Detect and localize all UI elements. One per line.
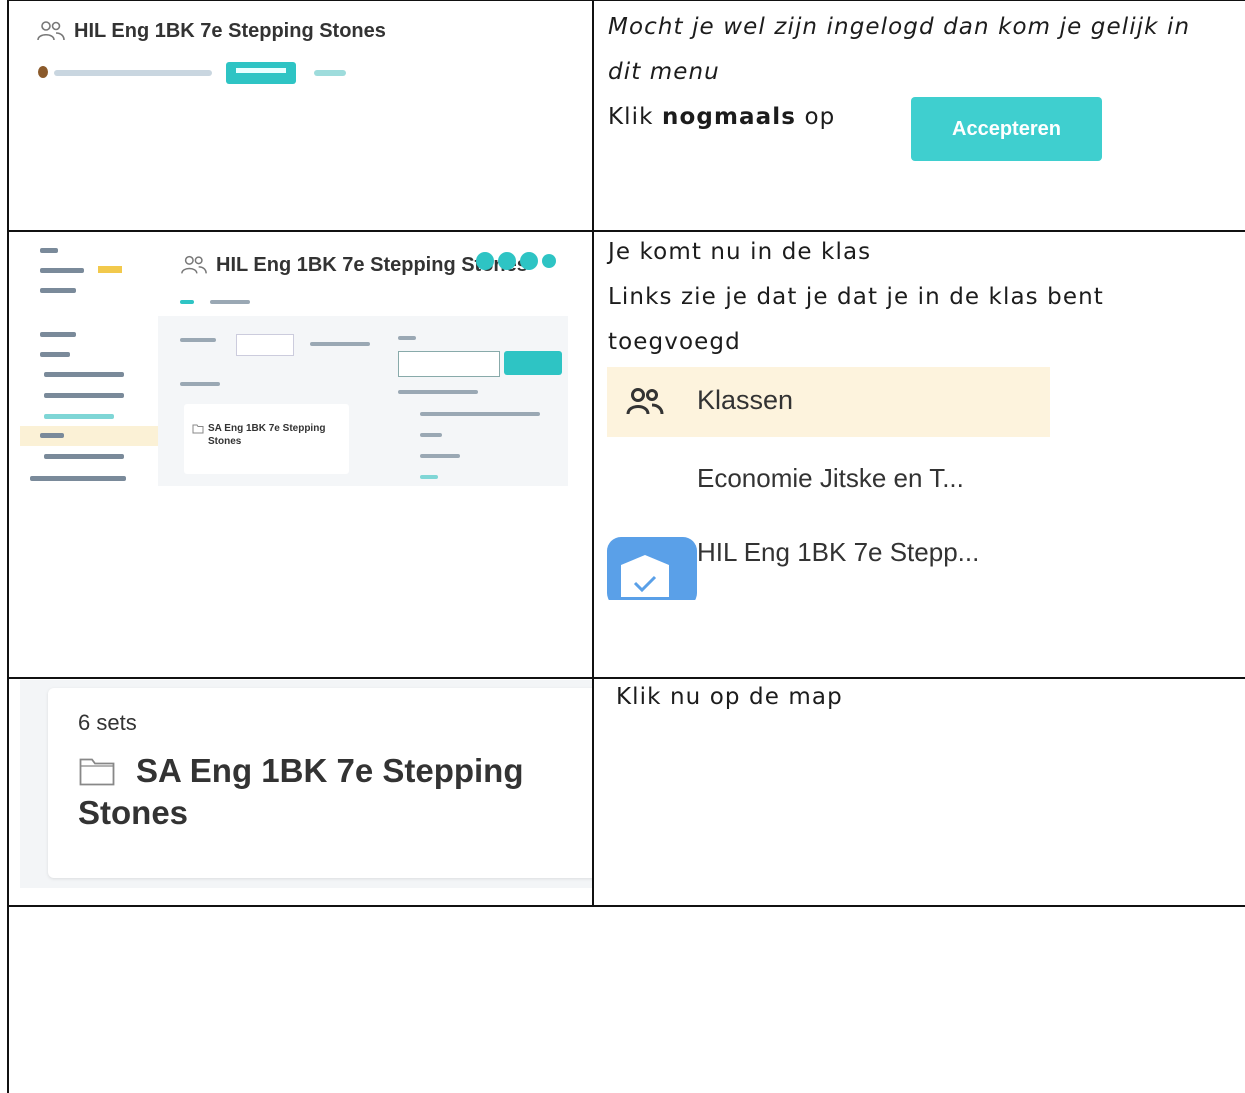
screenshot-class-page: HIL Eng 1BK 7e Stepping Stones SA Eng 1B… xyxy=(20,236,568,486)
group-icon xyxy=(37,21,65,41)
row2-line2: Links zie je dat je dat je in de klas be… xyxy=(608,284,1104,310)
sidebar-item xyxy=(40,332,76,337)
table-border-top xyxy=(7,0,1245,1)
folder-card-title: SA Eng 1BK 7e Stepping Stones xyxy=(208,423,326,447)
label xyxy=(180,338,216,342)
label xyxy=(310,342,370,346)
row3-line1: Klik nu op de map xyxy=(616,684,843,710)
avatar xyxy=(542,254,556,268)
sidebar-item xyxy=(40,352,70,357)
sidebar-item xyxy=(44,454,124,459)
sidebar-item-klassen[interactable]: Klassen xyxy=(607,367,1050,437)
sidebar-item xyxy=(40,288,76,293)
row2-instructions: Je komt nu in de klas Links zie je dat j… xyxy=(608,230,1238,365)
info-row xyxy=(420,475,438,479)
folder-icon xyxy=(192,424,204,434)
class-item-economie[interactable]: Economie Jitske en T... xyxy=(697,463,964,494)
row3-instructions: Klik nu op de map xyxy=(616,675,1236,720)
label xyxy=(398,336,416,340)
dropdown xyxy=(236,334,294,356)
screenshot-folder-card: 6 sets SA Eng 1BK 7e Stepping Stones xyxy=(20,680,592,888)
table-border-left xyxy=(7,0,9,1093)
class-item-hil[interactable]: HIL Eng 1BK 7e Stepp... xyxy=(697,537,979,568)
sidebar-badge xyxy=(98,266,122,273)
screenshot-accept-button xyxy=(226,62,296,84)
row2-line3: toegvoegd xyxy=(608,329,741,355)
screenshot-sidebar xyxy=(20,236,158,486)
folder-sets-count: 6 sets xyxy=(78,710,137,735)
screenshot-class-invite: HIL Eng 1BK 7e Stepping Stones xyxy=(22,10,482,102)
link-input xyxy=(398,351,500,377)
row1-line3-bold: nogmaals xyxy=(662,104,797,130)
sidebar-item xyxy=(44,393,124,398)
screenshot-class-title: HIL Eng 1BK 7e Stepping Stones xyxy=(74,20,386,42)
sidebar-item xyxy=(40,433,64,438)
sidebar-item xyxy=(30,476,126,481)
tab xyxy=(180,300,194,304)
avatar xyxy=(476,252,494,270)
folder-name-text: SA Eng 1BK 7e Stepping Stones xyxy=(78,752,524,831)
sidebar-item xyxy=(40,268,84,273)
row1-line3-prefix: Klik xyxy=(608,104,662,130)
accept-button[interactable]: Accepteren xyxy=(911,97,1102,161)
row1-line1: Mocht je wel zijn ingelogd dan kom je ge… xyxy=(608,14,1191,40)
group-icon xyxy=(626,388,664,415)
avatar xyxy=(520,252,538,270)
column-divider xyxy=(592,0,594,906)
screenshot-main: HIL Eng 1BK 7e Stepping Stones SA Eng 1B… xyxy=(158,236,568,486)
invite-text xyxy=(54,70,212,76)
info-row xyxy=(420,433,442,437)
info-row xyxy=(420,412,540,416)
screenshot-header: HIL Eng 1BK 7e Stepping Stones xyxy=(158,236,568,316)
shield-check-icon xyxy=(607,537,697,600)
row1-line3-suffix: op xyxy=(796,104,836,130)
row-divider-3 xyxy=(7,905,1245,907)
klassen-label: Klassen xyxy=(697,385,794,415)
folder-name: SA Eng 1BK 7e Stepping Stones xyxy=(78,750,558,834)
row2-line1: Je komt nu in de klas xyxy=(608,239,872,265)
info-row xyxy=(420,454,460,458)
screenshot-accept-label xyxy=(236,68,286,73)
decline-link xyxy=(314,70,346,76)
avatar xyxy=(38,66,48,78)
avatar xyxy=(498,252,516,270)
sidebar-item xyxy=(44,414,114,419)
group-icon xyxy=(181,255,207,274)
row1-line2: dit menu xyxy=(608,59,720,85)
label xyxy=(180,382,220,386)
tab xyxy=(210,300,250,304)
sidebar-item xyxy=(44,372,124,377)
copy-button xyxy=(504,351,562,375)
label xyxy=(398,390,478,394)
sidebar-item xyxy=(40,248,58,253)
